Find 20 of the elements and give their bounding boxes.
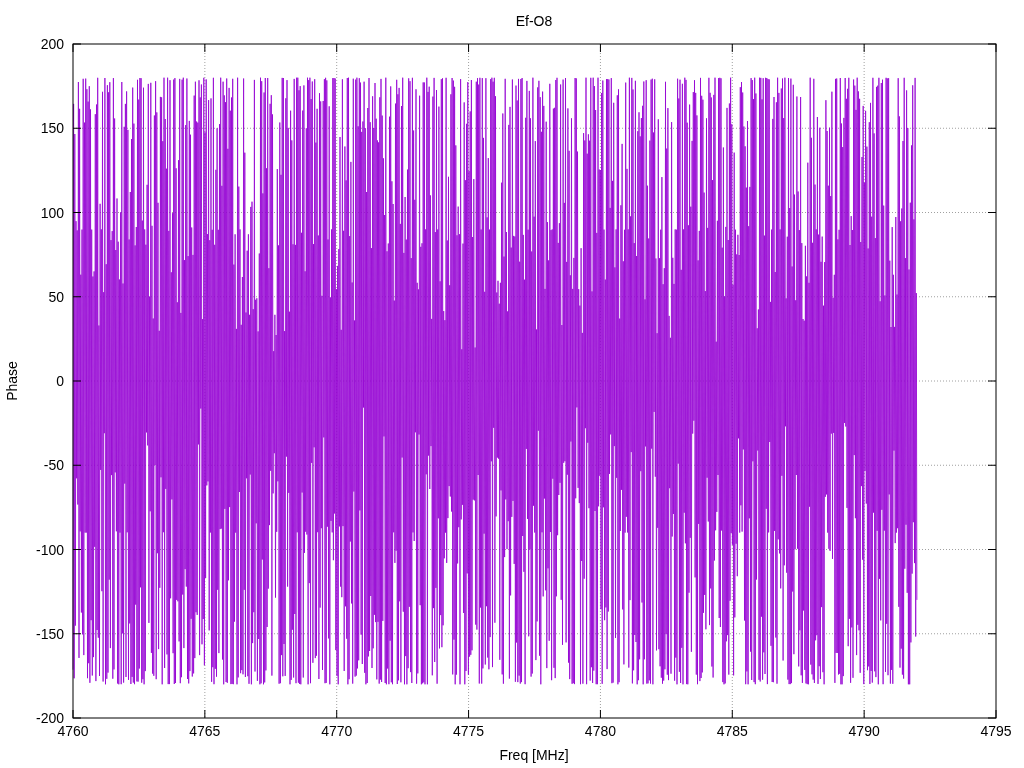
tick-label: 4790: [848, 723, 880, 739]
tick-label: -150: [35, 625, 64, 642]
tick-label: 4765: [189, 723, 221, 739]
tick-label: 4775: [453, 723, 485, 739]
chart-title: Ef-O8: [515, 13, 553, 29]
tick-label: 50: [48, 288, 64, 305]
tick-label: 200: [40, 36, 64, 52]
tick-label: 100: [40, 204, 64, 221]
tick-label: 4785: [716, 723, 748, 739]
tick-label: 4795: [980, 723, 1012, 739]
tick-label: -200: [35, 710, 64, 726]
axis-label: Phase: [4, 361, 20, 401]
axis-label: Freq [MHz]: [499, 747, 569, 763]
tick-label: 0: [56, 373, 64, 389]
tick-label: 4770: [321, 723, 353, 739]
tick-label: 4760: [57, 723, 89, 739]
tick-label: 150: [40, 120, 64, 137]
tick-label: 4780: [584, 723, 616, 739]
tick-label: -100: [35, 541, 64, 558]
tick-label: -50: [43, 457, 64, 474]
